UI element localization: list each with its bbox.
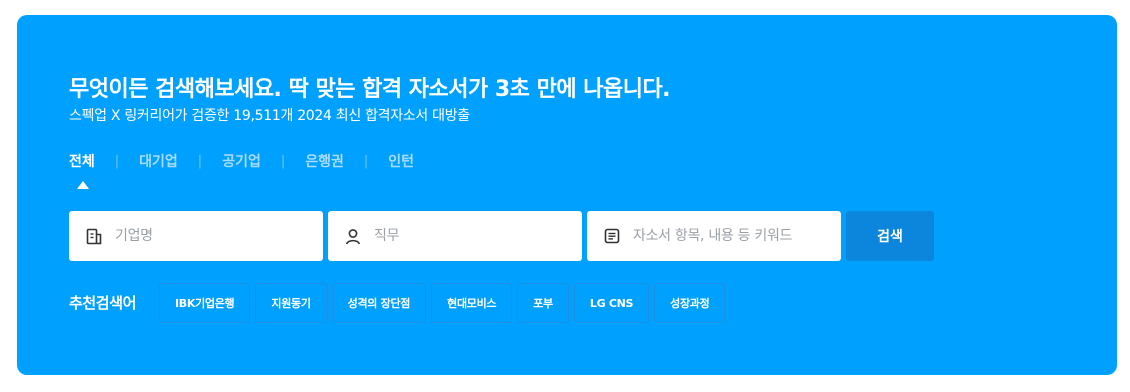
keyword-chip[interactable]: 포부 — [517, 283, 569, 323]
keyword-search-field[interactable] — [587, 211, 841, 261]
search-banner: 무엇이든 검색해보세요. 딱 맞는 합격 자소서가 3초 만에 나옵니다. 스펙… — [17, 15, 1117, 375]
tab-separator: | — [197, 153, 203, 169]
active-tab-indicator — [77, 181, 89, 189]
tab-separator: | — [114, 153, 120, 169]
keyword-chip[interactable]: LG CNS — [573, 283, 650, 323]
job-search-field[interactable] — [328, 211, 582, 261]
keyword-input[interactable] — [631, 227, 835, 245]
keyword-chip[interactable]: 현대모비스 — [431, 283, 513, 323]
building-icon — [85, 227, 103, 245]
banner-subline: 스펙업 X 링커리어가 검증한 19,511개 2024 최신 합격자소서 대방… — [69, 108, 470, 124]
recommended-keywords: IBK기업은행 지원동기 성격의 장단점 현대모비스 포부 LG CNS 성장과… — [159, 283, 726, 323]
tab-all[interactable]: 전체 — [69, 151, 95, 171]
document-icon — [603, 227, 621, 245]
keyword-chip[interactable]: IBK기업은행 — [159, 283, 251, 323]
recommended-keywords-label: 추천검색어 — [69, 294, 137, 312]
tab-bank[interactable]: 은행권 — [305, 151, 344, 171]
keyword-chip[interactable]: 성장과정 — [654, 283, 726, 323]
keyword-chip[interactable]: 성격의 장단점 — [331, 283, 427, 323]
search-button[interactable]: 검색 — [846, 211, 934, 261]
job-input[interactable] — [372, 227, 566, 245]
tab-intern[interactable]: 인턴 — [388, 151, 414, 171]
tab-large-company[interactable]: 대기업 — [139, 151, 178, 171]
tab-separator: | — [363, 153, 369, 169]
person-icon — [344, 227, 362, 245]
keyword-chip[interactable]: 지원동기 — [255, 283, 327, 323]
company-search-field[interactable] — [69, 211, 323, 261]
category-tabs: 전체 | 대기업 | 공기업 | 은행권 | 인턴 — [69, 151, 414, 171]
tab-public-company[interactable]: 공기업 — [222, 151, 261, 171]
banner-headline: 무엇이든 검색해보세요. 딱 맞는 합격 자소서가 3초 만에 나옵니다. — [69, 77, 671, 102]
company-input[interactable] — [113, 227, 307, 245]
tab-separator: | — [280, 153, 286, 169]
